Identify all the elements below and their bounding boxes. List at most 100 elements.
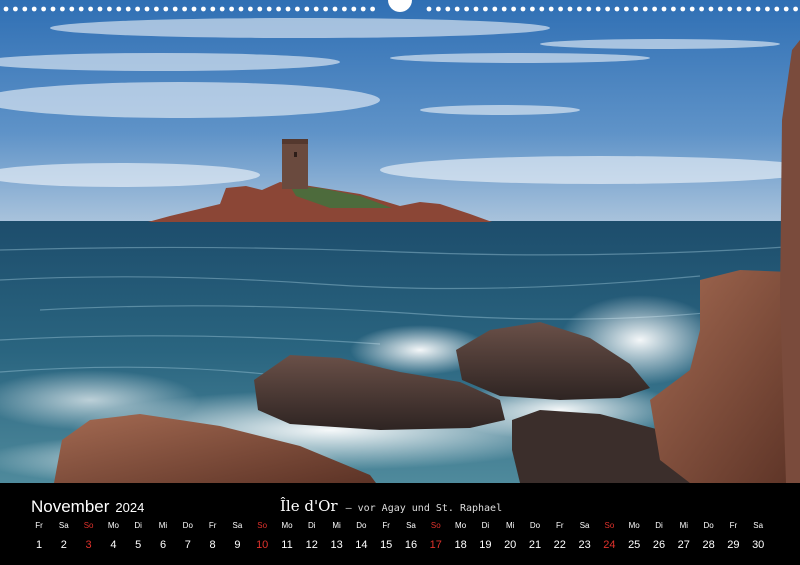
day-cell: Di 5 <box>126 521 150 552</box>
binding-ring <box>539 6 545 12</box>
binding-ring <box>125 6 131 12</box>
binding-ring <box>774 6 780 12</box>
weekday-label: Di <box>308 521 316 530</box>
calendar-page: November 2024 Île d'Or – vor Agay und St. … <box>0 0 800 565</box>
day-number: 14 <box>355 539 368 551</box>
day-number: 20 <box>504 539 517 551</box>
day-number: 4 <box>110 539 117 551</box>
day-cell: So 24 <box>597 521 621 552</box>
weekday-label: Mi <box>505 521 515 530</box>
binding-ring <box>313 6 319 12</box>
seascape-illustration <box>0 0 800 483</box>
binding-ring <box>107 6 112 12</box>
day-number: 9 <box>234 539 241 551</box>
weekday-label: Sa <box>406 521 416 530</box>
binding-ring <box>633 6 639 12</box>
day-cell: Mo 4 <box>101 521 125 552</box>
binding-ring <box>605 6 610 12</box>
weekday-label: Sa <box>58 521 69 530</box>
weekday-label: Mo <box>628 521 640 530</box>
weekday-label: Do <box>529 521 541 530</box>
weekday-label: So <box>257 521 268 530</box>
binding-ring <box>473 6 479 12</box>
weekday-label: Fr <box>35 521 43 530</box>
binding-ring <box>492 6 498 12</box>
day-cell: Sa 16 <box>399 521 423 552</box>
day-cell: Sa 23 <box>573 521 597 552</box>
day-cell: Sa 9 <box>225 521 249 552</box>
weekday-label: Mo <box>455 521 467 530</box>
binding-ring <box>88 6 93 12</box>
binding-ring <box>577 6 582 12</box>
day-number: 1 <box>35 539 43 551</box>
binding-ring <box>332 6 338 12</box>
binding-ring <box>689 6 695 12</box>
binding-ring <box>229 6 235 12</box>
month-year: 2024 <box>115 500 145 515</box>
binding-ring <box>172 6 178 12</box>
binding-ring <box>182 6 188 12</box>
weekday-label: Di <box>134 521 142 530</box>
day-number: 26 <box>652 539 666 551</box>
weekday-label: Mi <box>679 521 689 530</box>
tower <box>282 139 308 189</box>
binding-ring <box>60 6 65 12</box>
day-number: 22 <box>553 539 566 551</box>
day-number: 17 <box>429 539 442 551</box>
caption-title: Île d'Or <box>280 497 338 515</box>
binding-ring <box>727 6 733 12</box>
binding-ring <box>360 6 366 12</box>
binding-ring <box>191 6 197 12</box>
day-number: 12 <box>305 539 318 551</box>
binding-ring <box>454 6 460 12</box>
weekday-label: Do <box>356 521 367 530</box>
day-cell: Di 12 <box>300 521 324 552</box>
day-cell: Mi 6 <box>151 521 175 552</box>
weekday-label: Fr <box>208 521 217 530</box>
binding-ring <box>736 6 742 12</box>
binding-ring <box>586 6 592 12</box>
binding-ring <box>257 6 263 12</box>
binding-ring <box>135 6 141 12</box>
binding-ring <box>445 6 451 12</box>
weekday-label: Do <box>182 521 193 530</box>
day-number: 18 <box>454 539 467 551</box>
binding-ring <box>351 6 357 12</box>
calendar-footer: November 2024 Île d'Or – vor Agay und St. … <box>0 483 800 565</box>
day-cell: Mo 25 <box>622 521 646 552</box>
binding-ring <box>699 6 704 12</box>
binding-ring <box>558 6 563 12</box>
day-number: 24 <box>603 539 616 551</box>
day-cell: Mi 27 <box>672 521 696 552</box>
weekday-label: Sa <box>232 521 243 530</box>
binding-ring <box>548 6 554 12</box>
day-cell: So 3 <box>77 521 101 552</box>
day-cell: Mi 20 <box>498 521 522 552</box>
day-number: 2 <box>60 539 67 551</box>
weekday-label: Sa <box>753 521 764 530</box>
weekday-label: Fr <box>382 521 390 530</box>
binding-ring <box>483 6 488 12</box>
binding-ring <box>219 6 225 12</box>
day-number: 7 <box>184 539 191 551</box>
day-row: Fr 1 Sa 2 So 3 Mo 4 Di 5 Mi 6 Do 7 Fr 8 Sa 9 So 10 Mo 11 Di 12 M… <box>35 521 799 561</box>
binding-ring <box>41 6 46 12</box>
binding-ring <box>652 6 657 12</box>
day-cell: Mo 11 <box>275 521 299 552</box>
weekday-label: So <box>430 521 441 530</box>
binding-ring <box>501 6 507 12</box>
binding-ring <box>50 6 56 12</box>
day-number: 25 <box>628 539 641 551</box>
photo-ile-dor <box>0 0 800 483</box>
binding-ring <box>642 6 648 12</box>
binding-ring <box>624 6 629 12</box>
day-cell: Sa 30 <box>746 521 770 552</box>
binding-ring <box>323 6 328 12</box>
day-number: 8 <box>209 539 216 551</box>
day-number: 11 <box>281 539 293 551</box>
weekday-label: Sa <box>579 521 590 530</box>
binding-ring <box>266 6 272 12</box>
day-number: 27 <box>677 539 690 551</box>
binding-ring <box>464 6 469 12</box>
day-number: 23 <box>578 539 591 551</box>
